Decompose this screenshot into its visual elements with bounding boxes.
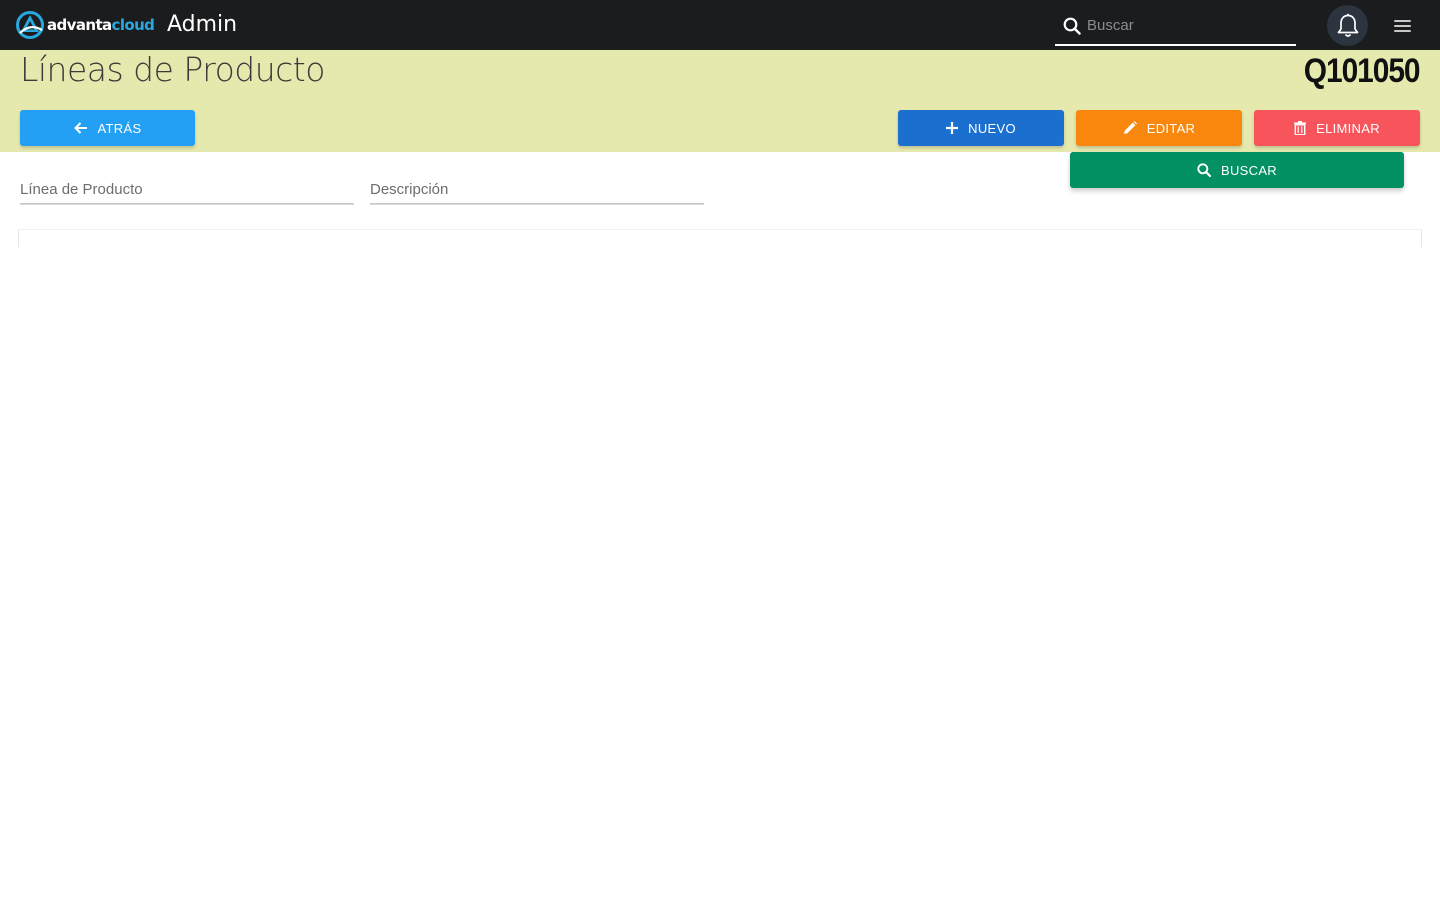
bell-icon bbox=[1337, 13, 1358, 37]
pencil-icon bbox=[1123, 121, 1137, 134]
plus-icon bbox=[946, 122, 959, 134]
search-icon bbox=[1063, 17, 1081, 35]
delete-button[interactable]: ELIMINAR bbox=[1254, 110, 1420, 146]
trash-icon bbox=[1294, 121, 1307, 135]
global-search bbox=[1055, 6, 1296, 46]
description-input[interactable] bbox=[370, 176, 704, 202]
new-button-label: NUEVO bbox=[968, 120, 1016, 136]
arrow-left-icon bbox=[73, 122, 87, 134]
search-button-label: BUSCAR bbox=[1221, 162, 1277, 178]
advantacloud-logo-icon bbox=[16, 11, 44, 39]
brand-name: advantacloud bbox=[47, 16, 155, 34]
brand-logo[interactable]: advantacloud bbox=[16, 11, 155, 39]
global-search-input[interactable] bbox=[1087, 12, 1287, 38]
page-title: Líneas de Producto bbox=[20, 50, 325, 89]
hamburger-icon bbox=[1394, 20, 1411, 22]
edit-button[interactable]: EDITAR bbox=[1076, 110, 1242, 146]
top-navbar: advantacloud Admin bbox=[0, 0, 1440, 50]
edit-button-label: EDITAR bbox=[1146, 120, 1196, 136]
search-icon bbox=[1197, 163, 1211, 177]
delete-button-label: ELIMINAR bbox=[1316, 120, 1380, 136]
page-code: Q101050 bbox=[1304, 52, 1421, 90]
hamburger-menu-button[interactable] bbox=[1392, 17, 1416, 35]
search-button[interactable]: BUSCAR bbox=[1070, 152, 1404, 188]
results-table bbox=[18, 229, 1422, 247]
back-button[interactable]: ATRÁS bbox=[20, 110, 195, 146]
description-field bbox=[370, 176, 704, 205]
new-button[interactable]: NUEVO bbox=[898, 110, 1064, 146]
app-title: Admin bbox=[167, 12, 238, 37]
notifications-button[interactable] bbox=[1327, 5, 1368, 46]
back-button-label: ATRÁS bbox=[97, 120, 142, 136]
product-line-field bbox=[20, 176, 354, 205]
product-line-input[interactable] bbox=[20, 176, 354, 202]
